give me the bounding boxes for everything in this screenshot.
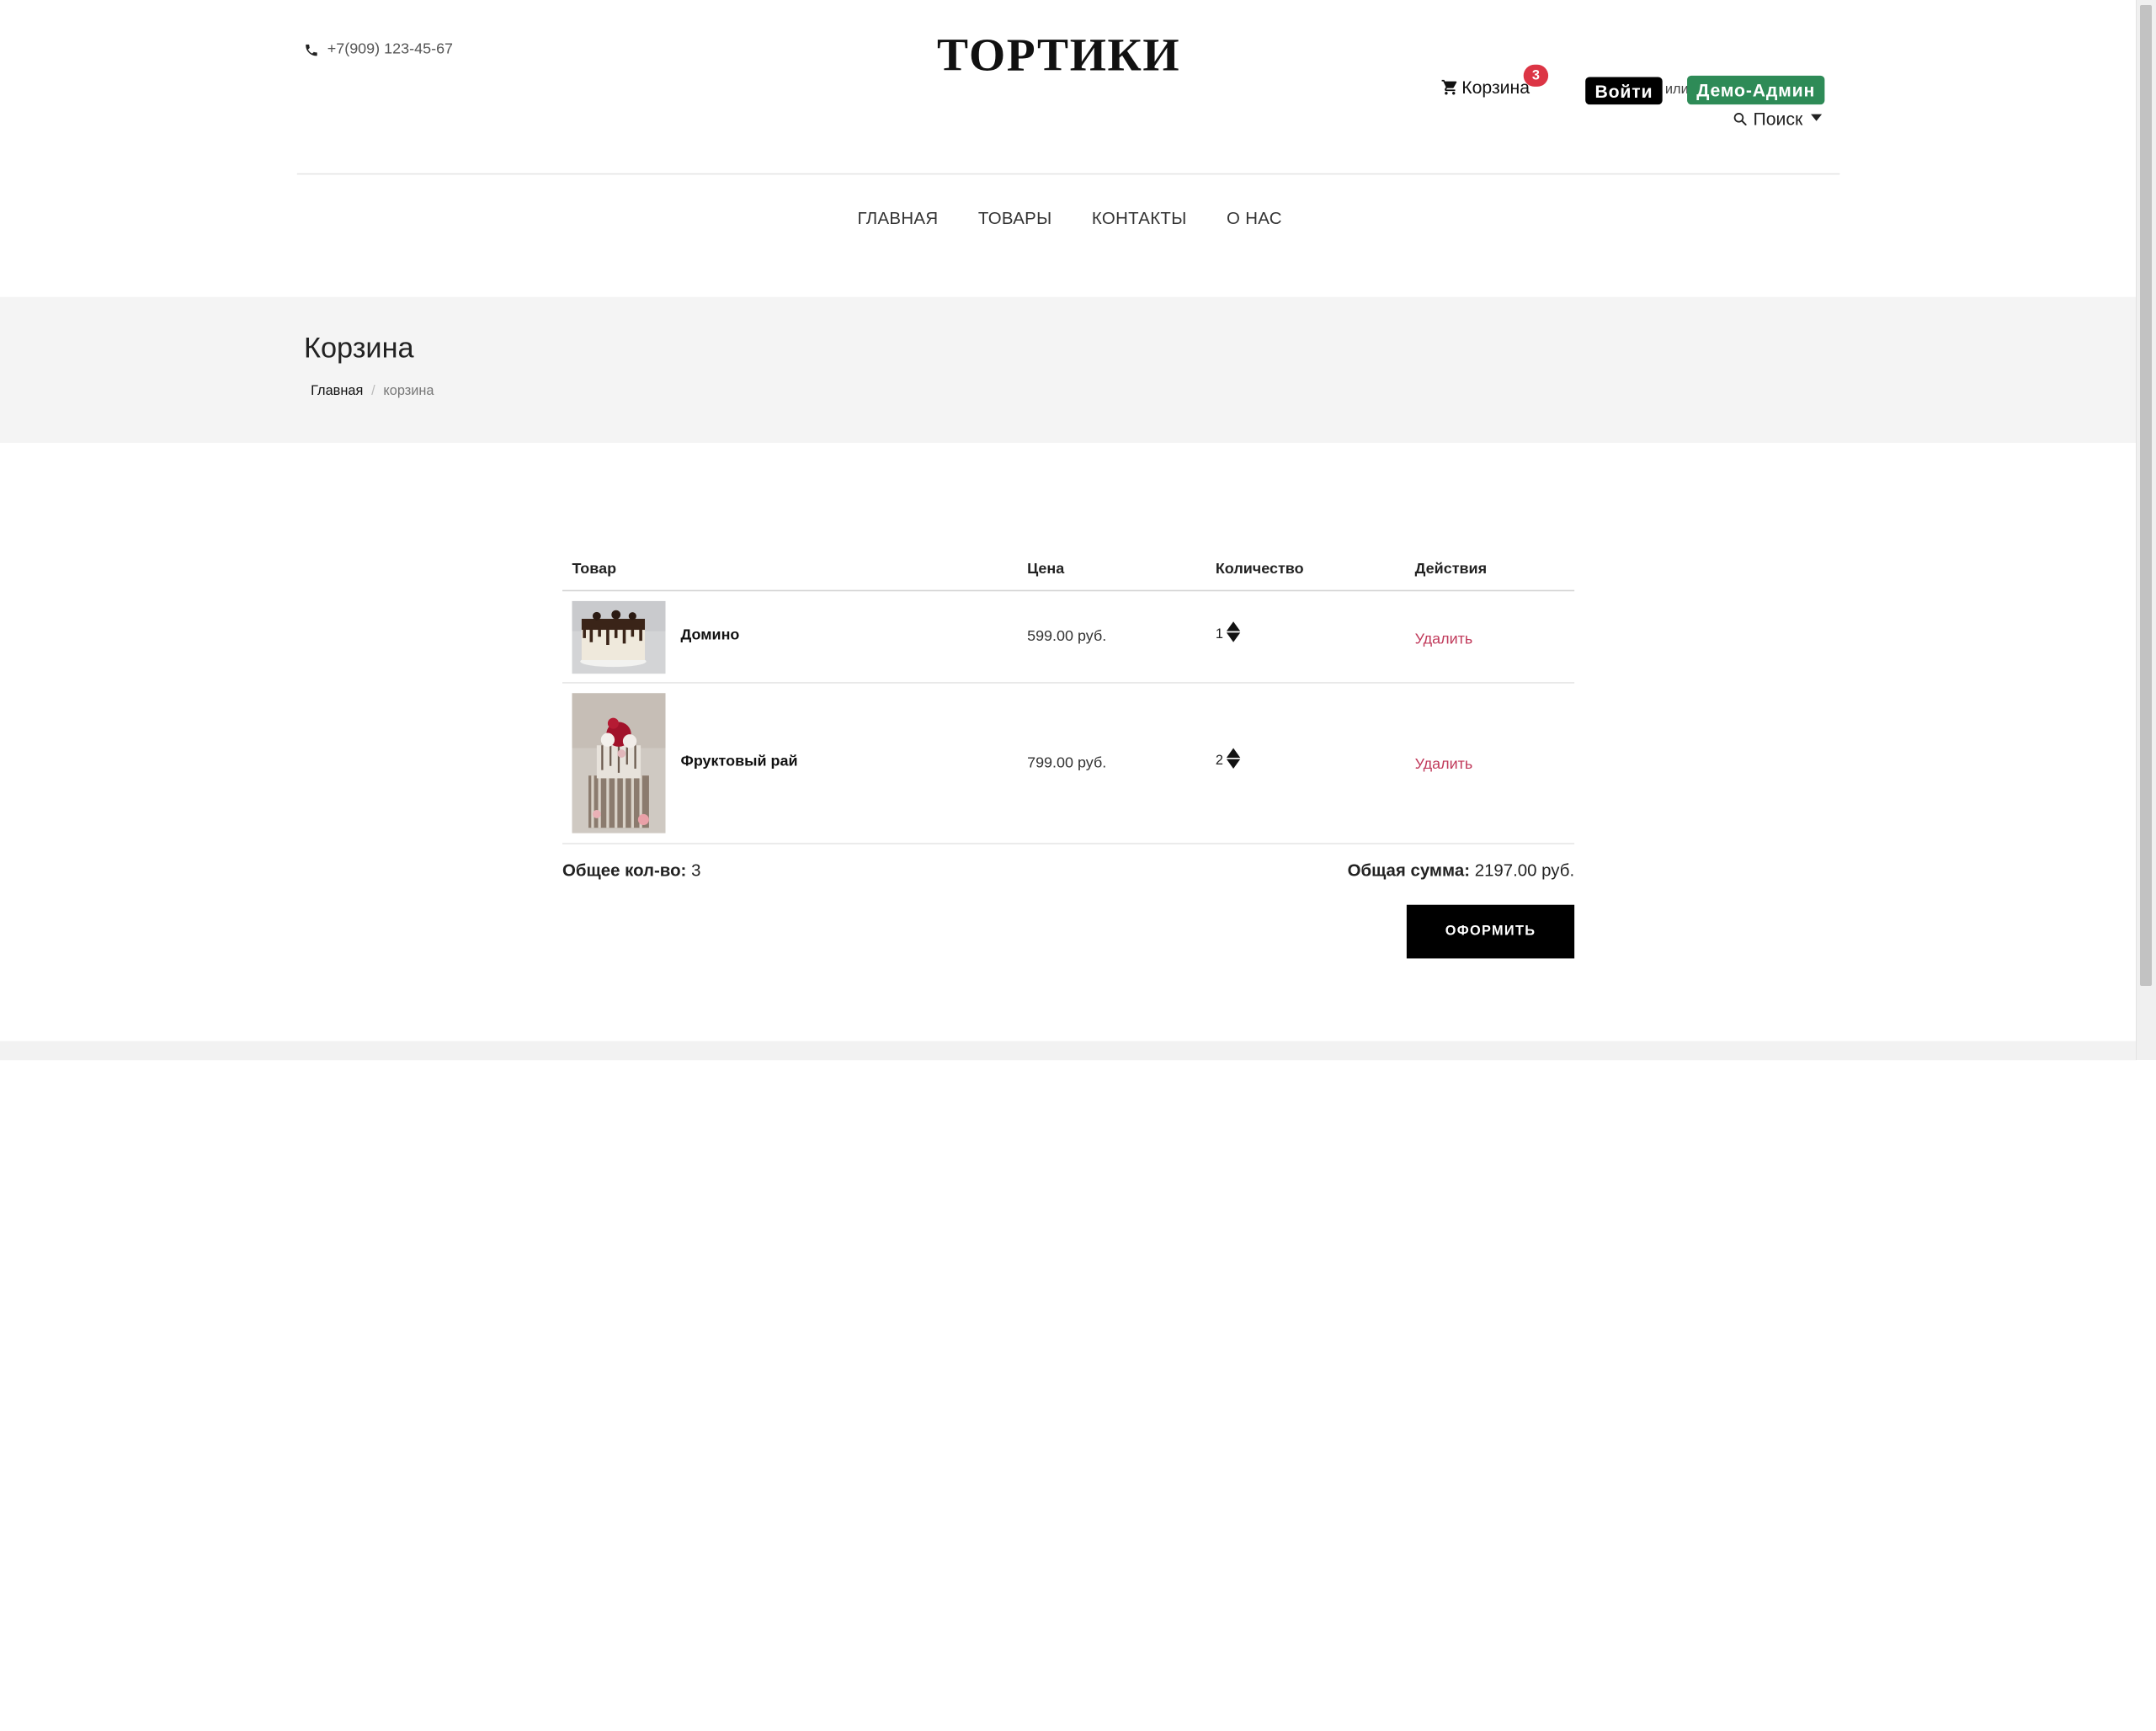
quantity-stepper[interactable]: 2: [1215, 748, 1240, 770]
quantity-arrows: [1226, 748, 1240, 770]
quantity-arrows: [1226, 621, 1240, 642]
demo-admin-button[interactable]: Демо-Админ: [1687, 75, 1825, 105]
table-row: Фруктовый рай 799.00 руб. 2 Удалить: [562, 684, 1575, 844]
page-inner: +7(909) 123-45-67 ТОРТИКИ Корзина 3 Войт…: [0, 0, 2137, 1061]
header-actions: Действия: [1414, 561, 1488, 578]
total-quantity-label: Общее кол-во:: [562, 860, 687, 881]
search-dropdown[interactable]: Поиск: [1733, 109, 1823, 130]
page: +7(909) 123-45-67 ТОРТИКИ Корзина 3 Войт…: [0, 0, 2156, 1731]
product-price: 799.00 руб.: [1027, 754, 1107, 772]
header-divider: [296, 173, 1840, 175]
increase-arrow-icon[interactable]: [1226, 748, 1240, 758]
increase-arrow-icon[interactable]: [1226, 621, 1240, 631]
decrease-arrow-icon[interactable]: [1226, 632, 1240, 642]
search-label: Поиск: [1753, 109, 1803, 130]
nav-item-home[interactable]: ГЛАВНАЯ: [854, 209, 939, 228]
header-price: Цена: [1027, 561, 1065, 578]
cart-table: Товар Цена Количество Действия Домино 59…: [562, 554, 1575, 844]
delete-link[interactable]: Удалить: [1415, 631, 1473, 648]
footer-strip: [0, 1041, 2137, 1061]
cart-link[interactable]: Корзина: [1441, 77, 1530, 98]
breadcrumb-separator: /: [371, 383, 375, 399]
product-price: 599.00 руб.: [1027, 628, 1107, 646]
site-logo[interactable]: ТОРТИКИ: [0, 30, 2117, 83]
cart-icon: [1441, 79, 1457, 95]
product-name[interactable]: Домино: [680, 627, 739, 644]
page-title: Корзина: [303, 333, 414, 365]
product-name[interactable]: Фруктовый рай: [680, 754, 797, 770]
login-button[interactable]: Войти: [1585, 77, 1663, 105]
nav-item-products[interactable]: ТОВАРЫ: [976, 209, 1052, 228]
caret-down-icon: [1811, 114, 1823, 121]
decrease-arrow-icon[interactable]: [1226, 759, 1240, 770]
product-image[interactable]: [572, 600, 666, 674]
breadcrumb-home[interactable]: Главная: [311, 384, 363, 399]
search-icon: [1733, 113, 1747, 125]
total-quantity-value: 3: [691, 860, 701, 881]
cart-label: Корзина: [1461, 77, 1530, 98]
total-sum-label: Общая сумма:: [1347, 860, 1471, 881]
breadcrumb-current: корзина: [383, 383, 434, 399]
breadcrumb: Главная / корзина: [311, 384, 434, 399]
product-image[interactable]: [572, 693, 666, 834]
nav-item-about[interactable]: О НАС: [1224, 209, 1282, 228]
scrollbar-thumb[interactable]: [2140, 5, 2152, 986]
header-quantity: Количество: [1215, 561, 1304, 578]
page-scrollbar[interactable]: [2136, 0, 2156, 1060]
nav-item-contacts[interactable]: КОНТАКТЫ: [1089, 209, 1187, 228]
total-sum: Общая сумма: 2197.00 руб.: [1348, 860, 1575, 880]
main-nav: ГЛАВНАЯ ТОВАРЫ КОНТАКТЫ О НАС: [0, 209, 2137, 228]
total-sum-value: 2197.00 руб.: [1474, 860, 1575, 881]
delete-link[interactable]: Удалить: [1415, 756, 1473, 773]
or-label: или: [1664, 82, 1689, 98]
quantity-value: 2: [1215, 754, 1223, 770]
page-hero: [0, 296, 2137, 443]
table-header: Товар Цена Количество Действия: [562, 554, 1575, 592]
quantity-stepper[interactable]: 1: [1216, 621, 1240, 642]
checkout-button[interactable]: ОФОРМИТЬ: [1406, 904, 1575, 959]
quantity-value: 1: [1215, 626, 1223, 642]
header-product: Товар: [572, 561, 617, 578]
total-quantity: Общее кол-во: 3: [562, 860, 700, 880]
cart-count-badge: 3: [1523, 64, 1549, 87]
table-row: Домино 599.00 руб. 1 Удалить: [562, 591, 1575, 684]
